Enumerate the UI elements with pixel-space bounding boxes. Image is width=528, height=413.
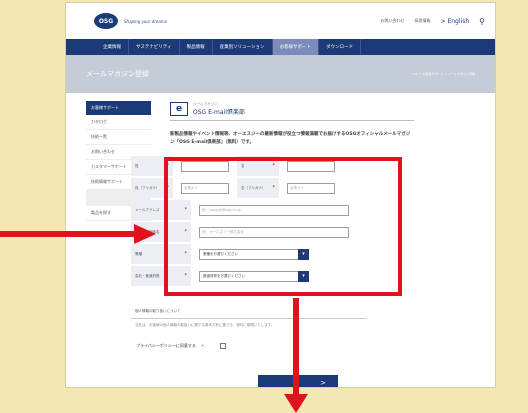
contact-link[interactable]: お問い合わせ <box>381 18 405 24</box>
agree-label: プライバシーポリシーに同意する <box>136 343 196 348</box>
tagline: Shaping your dreams <box>124 18 167 24</box>
agree-checkbox[interactable] <box>219 343 226 349</box>
nav-item-download[interactable]: ダウンロード <box>319 39 362 55</box>
agree-row: プライバシーポリシーに同意する * <box>136 343 226 349</box>
osg-logo[interactable]: OSG <box>94 13 118 29</box>
nav-item-support[interactable]: お客様サポート <box>272 39 320 55</box>
nav-item-company[interactable]: 企業情報 <box>96 39 129 55</box>
intro-text: 新製品情報やイベント情報等、オーエスジーの最新情報が役立つ情報満載でお届けするO… <box>170 132 411 145</box>
search-icon[interactable]: ⚲ <box>479 17 485 26</box>
privacy-title: 個人情報の取り扱いについて <box>131 305 367 319</box>
nav-item-solutions[interactable]: 産業別ソリューション <box>213 39 273 55</box>
nav-item-products[interactable]: 製品情報 <box>180 39 213 55</box>
privacy-section: 個人情報の取り扱いについて 当社は、お客様の個人情報の取扱いに関する基本方針に基… <box>131 305 367 332</box>
breadcrumb[interactable]: TOP > お客様サポート > メールマガジン登録 <box>412 72 475 76</box>
top-header: OSG Shaping your dreams お問い合わせ 採用情報 > En… <box>66 3 495 39</box>
form-highlight-box <box>164 157 402 296</box>
sidebar-item-tech[interactable]: 技術一覧 <box>86 130 151 145</box>
privacy-body: 当社は、お客様の個人情報の取扱いに関する基本方針に基づき、適切に管理いたします。 <box>135 323 275 327</box>
page-title: メールマガジン登録 <box>86 70 149 78</box>
mail-icon: e <box>170 102 188 116</box>
recruit-link[interactable]: 採用情報 <box>415 18 431 24</box>
title-main: OSG E-mail倶楽部 <box>193 109 245 116</box>
main-content: e メールマガジン OSG E-mail倶楽部 新製品情報やイベント情報等、オー… <box>170 99 414 147</box>
sidebar-heading[interactable]: お客様サポート <box>86 101 151 115</box>
top-links: お問い合わせ 採用情報 > English ⚲ <box>381 17 485 26</box>
section-title: e メールマガジン OSG E-mail倶楽部 <box>170 99 414 121</box>
agree-required: * <box>201 343 204 349</box>
arrow-down-icon <box>284 298 308 413</box>
arrow-right-icon <box>0 224 156 244</box>
english-link[interactable]: > English <box>441 18 470 25</box>
main-nav: 企業情報 サステナビリティ 製品情報 産業別ソリューション お客様サポート ダウ… <box>66 39 495 55</box>
sidebar-item-catalog[interactable]: カタログ <box>86 115 151 130</box>
page-banner: メールマガジン登録 TOP > お客様サポート > メールマガジン登録 <box>66 55 495 93</box>
nav-item-sustainability[interactable]: サステナビリティ <box>129 39 180 55</box>
